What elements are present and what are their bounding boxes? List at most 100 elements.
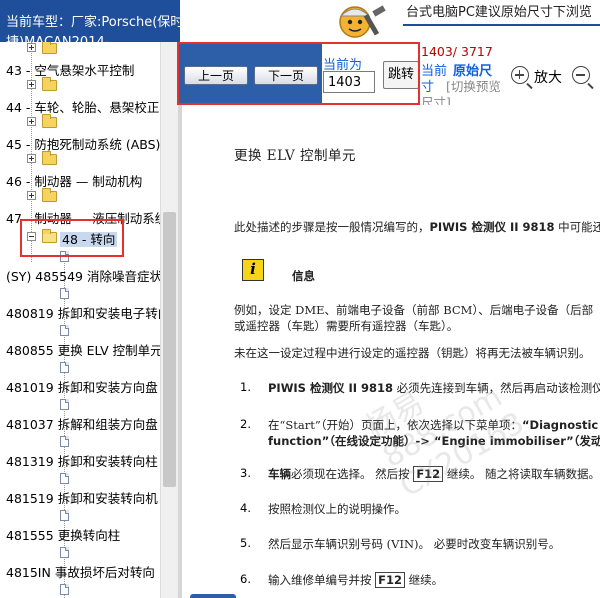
step-text: 必须先连接到车辆，然后再启动该检测仪 (393, 381, 600, 395)
step-2: 在“Start”（开始）页面上，依次选择以下菜单项：“Diagnostic (268, 417, 598, 433)
tree-item-label: 481037 拆解和组装方向盘 (6, 417, 158, 432)
expand-icon[interactable] (27, 154, 36, 163)
tree-item-label: 46 - 制动器 — 制动机构 (6, 174, 143, 189)
expand-icon[interactable] (27, 117, 36, 126)
folder-icon (42, 151, 57, 165)
step-2-line-2: function”（在线设定功能）-> “Engine immobiliser”… (268, 434, 600, 448)
step-bold: 车辆 (268, 467, 291, 481)
folder-icon (42, 188, 57, 202)
vehicle-header: 当前车型：厂家:Porsche(保时 捷)MACAN2014- (0, 0, 180, 42)
document-title: 更换 ELV 控制单元 (234, 148, 357, 164)
tree-doc-481019[interactable]: 481019 拆卸和安装方向盘 (6, 377, 158, 396)
info-line-1: 例如，设定 DME、前端电子设备（前部 BCM）、后端电子设备（后部 (234, 303, 594, 317)
switch-preview-link[interactable]: [切换预览 (446, 76, 501, 95)
page-count: 1403/ 3717 (421, 44, 493, 59)
tree-item-label: 480855 更换 ELV 控制单元 (6, 343, 160, 358)
info-line-2: 或遥控器（车匙）需要所有遥控器（车匙）。 (234, 319, 459, 333)
zoom-in-label[interactable]: 放大 (534, 67, 562, 87)
tree-item-label: 4815IN 事故损坏后对转向 (6, 565, 155, 580)
expand-icon[interactable] (27, 80, 36, 89)
step-number: 6. (240, 572, 251, 586)
page-number-input[interactable] (323, 71, 375, 93)
intro-paragraph: 此处描述的步骤是按一般情况编写的，PIWIS 检测仪 II 9818 中可能还 (234, 219, 600, 235)
jump-button[interactable]: 跳转 (383, 61, 419, 89)
zoom-out-icon[interactable] (572, 66, 590, 84)
tree-doc-481037[interactable]: 481037 拆解和组装方向盘 (6, 414, 158, 433)
info-heading: 信息 (292, 269, 315, 283)
note-text: 未在这一设定过程中进行设定的遥控器（钥匙）将再无法被车辆识别。 (234, 346, 591, 360)
step-number: 3. (240, 466, 251, 480)
document-icon (60, 547, 69, 558)
tree-item-label: 481555 更换转向柱 (6, 528, 121, 543)
tree-item-46[interactable]: 46 - 制动器 — 制动机构 (6, 171, 142, 190)
document-icon (60, 473, 69, 484)
intro-suffix: 中可能还 (554, 220, 600, 234)
step-1: PIWIS 检测仪 II 9818 必须先连接到车辆，然后再启动该检测仪 (268, 380, 600, 396)
f12-key: F12 (413, 466, 444, 482)
document-icon (60, 362, 69, 373)
tree-doc-480855[interactable]: 480855 更换 ELV 控制单元 (6, 340, 160, 359)
mascot-icon (325, 0, 395, 44)
f12-key: F12 (375, 572, 406, 588)
step-6: 输入维修单编号并按 F12 继续。 (268, 572, 443, 588)
vehicle-line-1: 当前车型：厂家:Porsche(保时 (6, 15, 180, 30)
selection-highlight (20, 219, 124, 257)
step-text-after: 继续。 (405, 573, 444, 587)
step-bold: PIWIS 检测仪 II 9818 (268, 381, 394, 395)
expand-icon[interactable] (27, 191, 36, 200)
tree-item-44[interactable]: 44 - 车轮、轮胎、悬架校正 (6, 97, 159, 116)
folder-icon (42, 114, 57, 128)
tree-item-45[interactable]: 45 - 防抱死制动系统 (ABS) (6, 134, 160, 153)
folder-icon (42, 77, 57, 91)
info-icon: i (242, 259, 264, 281)
tree-item-label: 45 - 防抱死制动系统 (ABS) (6, 137, 160, 152)
tree-item-label: 44 - 车轮、轮胎、悬架校正 (6, 100, 160, 115)
document-icon (60, 510, 69, 521)
tree-doc-481519[interactable]: 481519 拆卸和安装转向机 (6, 488, 158, 507)
banner-text: 台式电脑PC建议原始尺寸下浏览 (406, 5, 592, 20)
intro-text: 此处描述的步骤是按一般情况编写的， (234, 220, 430, 234)
step-text-after: 继续。 随之将读取车辆数据。 (443, 467, 600, 481)
step-3: 车辆必须现在选择。 然后按 F12 继续。 随之将读取车辆数据。 (268, 466, 600, 482)
tree-item-43[interactable]: 43 - 空气悬架水平控制 (6, 60, 134, 79)
tree-item-label: 480819 拆卸和安装电子转向 (6, 306, 160, 321)
tree-scrollbar[interactable] (160, 42, 178, 598)
tree-doc-4815in[interactable]: 4815IN 事故损坏后对转向 (6, 562, 155, 581)
tree-doc-485549[interactable]: (SY) 485549 消除噪音症状 (6, 266, 160, 285)
banner: 台式电脑PC建议原始尺寸下浏览 (325, 0, 600, 44)
document-icon (60, 399, 69, 410)
tree-item-label: 481319 拆卸和安装转向柱 (6, 454, 158, 469)
tree-item-label: 481019 拆卸和安装方向盘 (6, 380, 158, 395)
tree-item-label: 481519 拆卸和安装转向机 (6, 491, 158, 506)
document-icon (60, 288, 69, 299)
next-page-button[interactable]: 下一页 (254, 66, 318, 85)
folder-icon (42, 42, 57, 54)
zoom-in-icon[interactable] (511, 66, 529, 84)
tree-doc-481319[interactable]: 481319 拆卸和安装转向柱 (6, 451, 158, 470)
vehicle-line-2: 捷)MACAN2014- (6, 34, 180, 42)
step-number: 1. (240, 380, 251, 394)
step-4: 按照检测仪上的说明操作。 (268, 502, 406, 516)
tree-item-label: (SY) 485549 消除噪音症状 (6, 269, 160, 284)
document-viewer[interactable]: 更换 ELV 控制单元 此处描述的步骤是按一般情况编写的，PIWIS 检测仪 I… (182, 105, 600, 598)
tree-doc-481555[interactable]: 481555 更换转向柱 (6, 525, 120, 544)
tree-scrollbar-thumb[interactable] (163, 212, 176, 487)
step-number: 4. (240, 501, 251, 515)
step-text: 在“Start”（开始）页面上，依次选择以下菜单项： (268, 418, 522, 432)
prev-page-button[interactable]: 上一页 (184, 66, 248, 85)
navigation-toolbar: 上一页 下一页 (178, 42, 322, 105)
chapter-tree[interactable]: 43 - 空气悬架水平控制 44 - 车轮、轮胎、悬架校正 45 - 防抱死制动… (0, 42, 160, 598)
intro-tool-name: PIWIS 检测仪 II 9818 (429, 220, 555, 234)
tree-item-label: 43 - 空气悬架水平控制 (6, 63, 135, 78)
expand-icon[interactable] (27, 43, 36, 52)
document-icon (60, 584, 69, 595)
step-bold: “Diagnostic (521, 418, 599, 432)
banner-underline (403, 24, 600, 26)
document-icon (60, 325, 69, 336)
step-text: 输入维修单编号并按 (268, 573, 376, 587)
step-5: 然后显示车辆识别号码 (VIN)。 必要时改变车辆识别号。 (268, 537, 561, 551)
bottom-tab[interactable] (190, 594, 236, 598)
step-text: 必须现在选择。 然后按 (291, 467, 414, 481)
document-icon (60, 436, 69, 447)
tree-doc-480819[interactable]: 480819 拆卸和安装电子转向 (6, 303, 160, 322)
